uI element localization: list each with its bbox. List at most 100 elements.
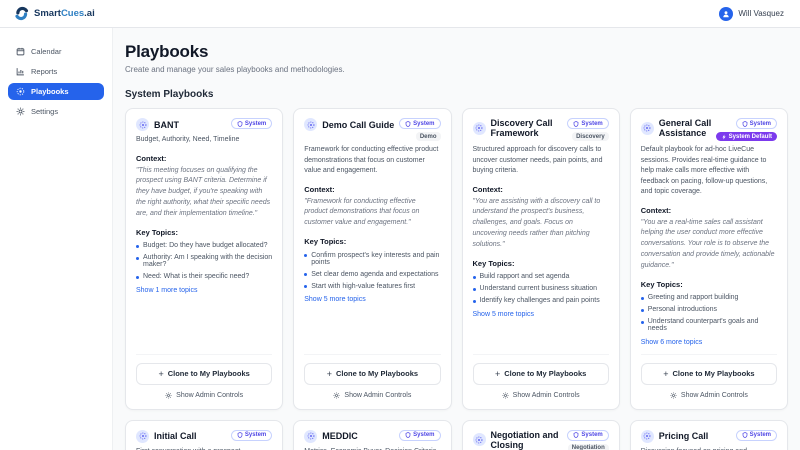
clone-button-label: Clone to My Playbooks bbox=[335, 369, 419, 379]
playbook-title: Demo Call Guide bbox=[322, 119, 395, 130]
calendar-icon bbox=[16, 47, 25, 56]
playbook-title: Negotiation and Closing bbox=[490, 429, 559, 450]
context-label: Context: bbox=[304, 184, 335, 194]
playbook-icon bbox=[640, 429, 654, 443]
gear-icon bbox=[333, 392, 340, 399]
shield-icon bbox=[237, 120, 243, 127]
bullet-dot bbox=[472, 287, 476, 291]
show-more-topics-link[interactable]: Show 1 more topics bbox=[136, 287, 272, 294]
plus-icon bbox=[495, 369, 500, 379]
topic-text: Confirm prospect's key interests and pai… bbox=[311, 251, 440, 266]
user-name: Will Vasquez bbox=[738, 9, 784, 18]
show-admin-controls-link[interactable]: Show Admin Controls bbox=[641, 392, 777, 399]
bullet-dot bbox=[304, 285, 308, 289]
topics-list: Confirm prospect's key interests and pai… bbox=[304, 249, 440, 292]
show-more-topics-link[interactable]: Show 5 more topics bbox=[304, 296, 440, 303]
key-topics-label: Key Topics: bbox=[472, 258, 515, 268]
playbook-description: Framework for conducting effective produ… bbox=[304, 146, 439, 174]
system-badge: System bbox=[567, 118, 609, 129]
topic-item: Build rapport and set agenda bbox=[472, 271, 609, 283]
playbook-icon bbox=[304, 429, 318, 443]
shield-icon bbox=[237, 432, 243, 439]
context-text: "You are assisting with a discovery call… bbox=[472, 197, 601, 248]
system-badge: System bbox=[735, 429, 777, 441]
playbook-icon bbox=[304, 118, 318, 131]
card-divider bbox=[304, 353, 441, 355]
clone-button-label: Clone to My Playbooks bbox=[167, 369, 250, 379]
bullet-dot bbox=[136, 256, 139, 260]
plus-icon bbox=[158, 369, 163, 379]
system-badge: System bbox=[399, 429, 441, 441]
playbook-icon bbox=[472, 433, 486, 447]
card-divider bbox=[472, 353, 609, 355]
show-more-topics-link[interactable]: Show 6 more topics bbox=[641, 339, 777, 346]
show-admin-controls-link[interactable]: Show Admin Controls bbox=[136, 392, 272, 399]
topic-item: Start with high-value features first bbox=[304, 280, 440, 292]
clone-to-playbooks-button[interactable]: Clone to My Playbooks bbox=[304, 362, 441, 385]
system-badge: System bbox=[567, 429, 609, 441]
playbook-card: Demo Call Guide System Demo Framework fo… bbox=[293, 108, 452, 410]
context-text: "Framework for conducting effective prod… bbox=[304, 197, 420, 227]
bullet-dot bbox=[640, 308, 644, 312]
category-badge: Negotiation bbox=[567, 443, 609, 450]
bolt-icon bbox=[722, 134, 726, 139]
avatar[interactable] bbox=[719, 6, 734, 21]
playbook-description: Default playbook for ad-hoc LiveCue sess… bbox=[640, 146, 768, 195]
system-badge-label: System bbox=[244, 120, 267, 127]
clone-to-playbooks-button[interactable]: Clone to My Playbooks bbox=[136, 362, 273, 385]
sidebar-item-label: Reports bbox=[31, 67, 58, 76]
shield-icon bbox=[574, 432, 579, 439]
sidebar-item-reports[interactable]: Reports bbox=[8, 63, 104, 80]
system-badge-label: System bbox=[581, 120, 603, 127]
main-content: Playbooks Create and manage your sales p… bbox=[113, 28, 800, 450]
playbook-card: Initial Call System First conversation w… bbox=[125, 419, 284, 450]
topic-item: Understand counterpart's goals and needs bbox=[640, 316, 777, 335]
topic-text: Understand current business situation bbox=[479, 285, 598, 293]
shield-icon bbox=[742, 120, 747, 127]
playbook-icon bbox=[472, 121, 486, 135]
playbook-title: Discovery Call Framework bbox=[490, 118, 553, 138]
playbook-title: General Call Assistance bbox=[658, 118, 712, 138]
sidebar-item-calendar[interactable]: Calendar bbox=[8, 43, 104, 60]
topic-item: Understand current business situation bbox=[472, 283, 609, 295]
top-bar: SmartCues.ai Will Vasquez bbox=[0, 0, 800, 28]
playbook-card: MEDDIC System Metrics, Economic Buyer, D… bbox=[293, 419, 452, 450]
playbook-grid: BANT System Budget, Authority, Need, Tim… bbox=[125, 108, 788, 450]
gear-icon bbox=[502, 392, 509, 399]
admin-controls-label: Show Admin Controls bbox=[176, 391, 244, 399]
show-admin-controls-link[interactable]: Show Admin Controls bbox=[473, 392, 609, 399]
show-more-topics-link[interactable]: Show 5 more topics bbox=[473, 311, 609, 318]
key-topics-label: Key Topics: bbox=[136, 227, 178, 237]
clone-to-playbooks-button[interactable]: Clone to My Playbooks bbox=[472, 362, 609, 385]
bullet-dot bbox=[472, 275, 476, 279]
bullet-dot bbox=[472, 299, 476, 303]
show-admin-controls-link[interactable]: Show Admin Controls bbox=[304, 392, 440, 399]
section-title: System Playbooks bbox=[125, 89, 214, 100]
bullet-dot bbox=[640, 320, 644, 324]
topic-item: Personal introductions bbox=[640, 304, 777, 316]
user-menu[interactable]: Will Vasquez bbox=[719, 6, 784, 21]
shield-icon bbox=[405, 120, 411, 127]
playbook-card: Pricing Call System Discussion focused o… bbox=[629, 419, 788, 450]
topic-text: Greeting and rapport building bbox=[647, 294, 739, 302]
topic-text: Need: What is their specific need? bbox=[143, 273, 250, 281]
topics-list: Build rapport and set agenda Understand c… bbox=[472, 271, 609, 307]
playbook-description: Structured approach for discovery calls … bbox=[472, 146, 603, 174]
system-badge-label: System bbox=[244, 432, 267, 439]
sidebar-item-playbooks[interactable]: Playbooks bbox=[8, 83, 104, 100]
context-label: Context: bbox=[472, 184, 503, 194]
clone-to-playbooks-button[interactable]: Clone to My Playbooks bbox=[640, 362, 777, 385]
bullet-dot bbox=[136, 244, 139, 248]
bullet-dot bbox=[304, 254, 308, 258]
playbook-icon bbox=[136, 118, 149, 131]
logo-mark-icon bbox=[15, 6, 29, 21]
playbook-description: Budget, Authority, Need, Timeline bbox=[136, 136, 240, 143]
playbooks-icon bbox=[16, 87, 25, 96]
key-topics-label: Key Topics: bbox=[640, 279, 683, 289]
playbook-card: BANT System Budget, Authority, Need, Tim… bbox=[125, 108, 284, 410]
shield-icon bbox=[742, 432, 747, 439]
sidebar-item-settings[interactable]: Settings bbox=[8, 103, 104, 120]
page-title: Playbooks bbox=[125, 42, 209, 61]
system-badge: System bbox=[230, 429, 273, 441]
person-icon bbox=[723, 10, 730, 17]
